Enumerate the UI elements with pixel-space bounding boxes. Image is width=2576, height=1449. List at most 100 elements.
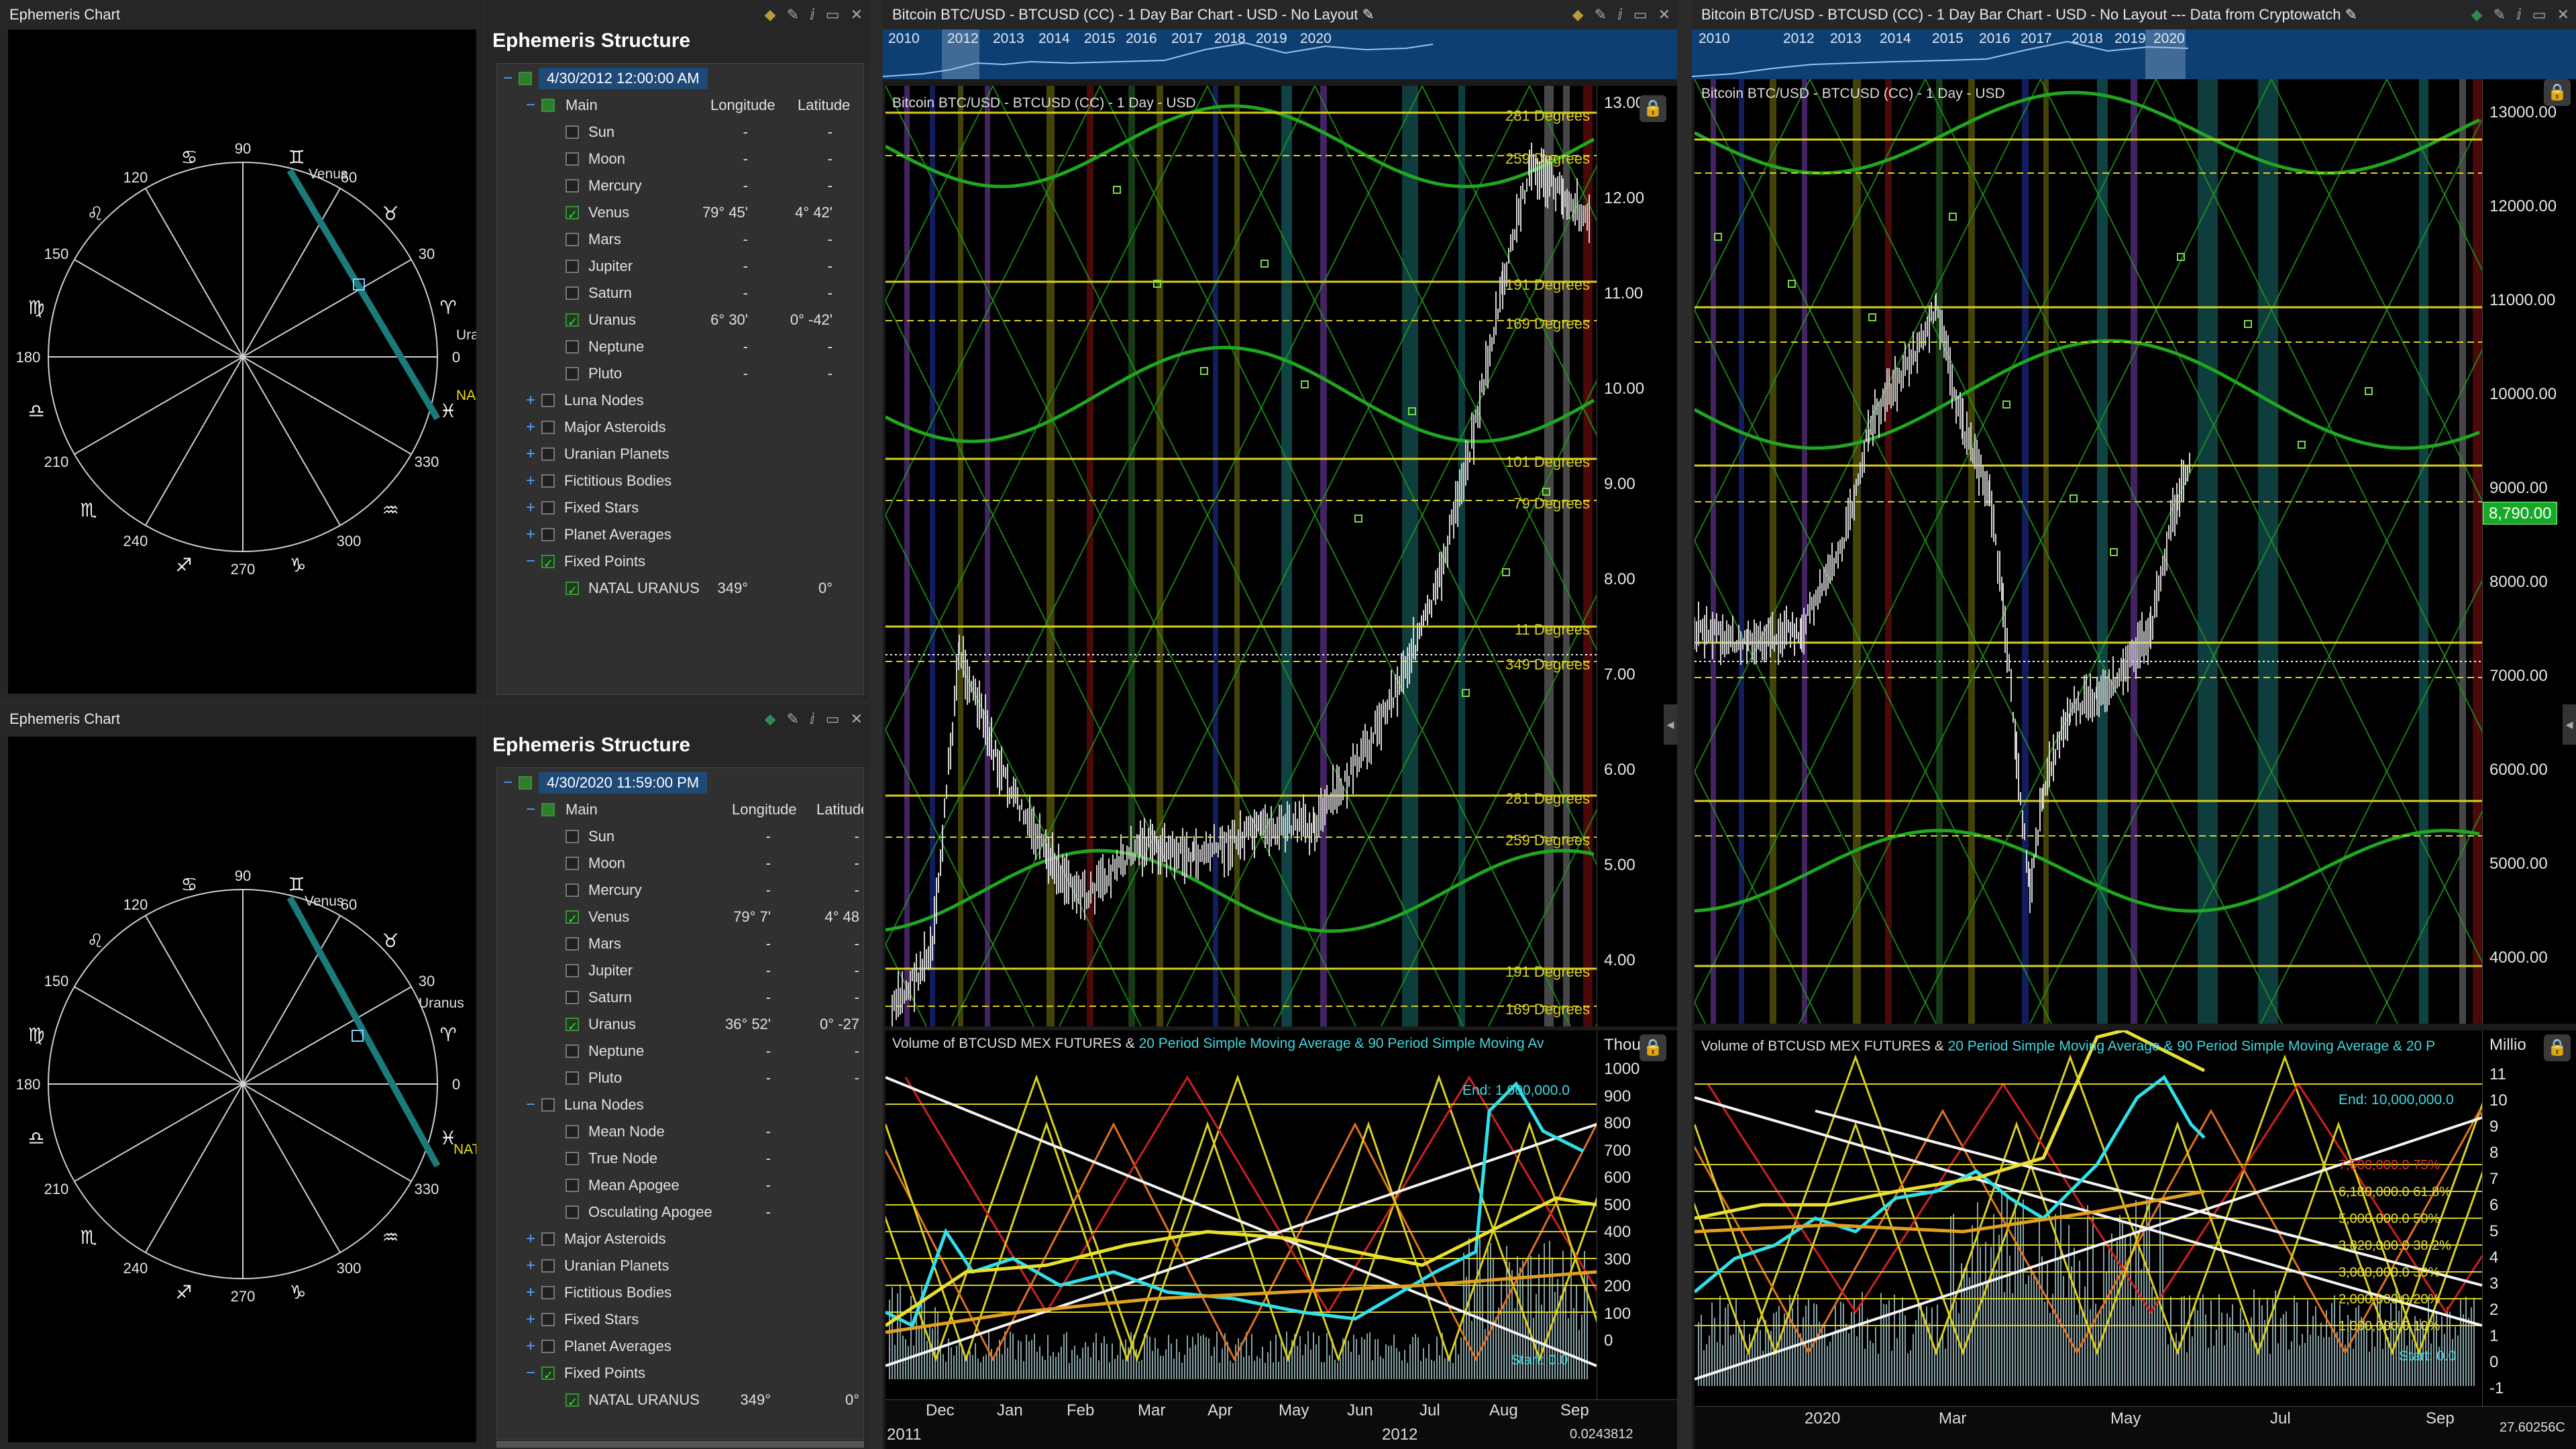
checkbox[interactable] [541,1098,555,1112]
horizontal-scrollbar[interactable] [496,1441,864,1448]
edit-icon[interactable]: ✎ [1362,6,1375,23]
ephemeris-wheel-area[interactable]: 90 120 150 180 210 240 270 300 330 0 30 … [8,30,480,694]
pin-icon[interactable]: ✎ [1595,0,1607,30]
date-checkbox[interactable] [519,776,532,790]
lock-icon[interactable]: 🔒 [2544,1034,2571,1061]
collapse-icon[interactable]: − [524,1091,537,1118]
group-row-fixed-stars[interactable]: + Fixed Stars [497,494,863,521]
group-row-major-asteroids[interactable]: + Major Asteroids [497,414,863,441]
link-diamond-icon[interactable]: ◆ [765,0,776,30]
checkbox[interactable] [541,421,555,434]
tree-main-row[interactable]: − Main Longitude Latitude [497,796,863,823]
maximize-icon[interactable]: ▭ [826,704,840,734]
checkbox[interactable] [566,1125,579,1138]
expand-icon[interactable]: + [524,494,537,521]
info-icon[interactable]: ⅈ [810,0,815,30]
group-row-fixed-stars[interactable]: + Fixed Stars [497,1306,863,1333]
planet-row-mercury[interactable]: Mercury - - [497,172,863,199]
checkbox[interactable] [566,906,579,932]
link-diamond-icon[interactable]: ◆ [765,704,776,734]
tree-main-row[interactable]: − Main Longitude Latitude [497,92,863,119]
splitter-grip[interactable]: ◂ [2563,704,2576,745]
volume-pane[interactable]: Volume of BTCUSD MEX FUTURES & 20 Period… [885,1030,1597,1399]
checkbox[interactable] [566,1179,579,1192]
planet-row-uranus[interactable]: Uranus 36° 52' 0° -27 [497,1011,863,1040]
group-row-fixed-points[interactable]: − Fixed Points [497,1360,863,1389]
main-checkbox[interactable] [541,99,555,112]
ephemeris-wheel-bottom[interactable]: 90 120 150 180 210 240 270 300 330 0 30 … [8,737,481,1442]
group-row-uranian-planets[interactable]: + Uranian Planets [497,441,863,468]
luna-row-mean-apogee[interactable]: Mean Apogee - [497,1172,863,1199]
planet-row-mars[interactable]: Mars - - [497,930,863,957]
price-chart-svg[interactable]: 281 Degrees 259 Degrees 191 Degrees 169 Deg… [885,86,1597,1026]
group-row-luna-nodes[interactable]: − Luna Nodes [497,1091,863,1118]
checkbox[interactable] [541,1259,555,1273]
group-row-fictitious-bodies[interactable]: + Fictitious Bodies [497,1279,863,1306]
checkbox[interactable] [566,309,579,335]
info-icon[interactable]: ⅈ [1617,0,1623,30]
tree-date-row[interactable]: − 4/30/2020 11:59:00 PM [497,769,863,796]
checkbox[interactable] [566,1013,579,1040]
planet-row-neptune[interactable]: Neptune - - [497,333,863,360]
volume-axis[interactable]: Millio 11 10 9 8 7 6 5 4 3 2 1 0 -1 [2482,1030,2576,1406]
checkbox[interactable] [566,201,579,228]
checkbox[interactable] [566,1044,579,1058]
price-axis[interactable]: 13.00 12.00 11.00 10.00 9.00 8.00 7.00 6.00 5.00… [1597,86,1677,1026]
link-diamond-icon[interactable]: ◆ [1572,0,1584,30]
checkbox[interactable] [541,447,555,461]
collapse-icon[interactable]: − [524,92,537,119]
expand-icon[interactable]: + [524,441,537,468]
checkbox[interactable] [566,857,579,870]
main-checkbox[interactable] [541,803,555,816]
price-pane[interactable]: Bitcoin BTC/USD - BTCUSD (CC) - 1 Day - … [1695,79,2482,1024]
pin-icon[interactable]: ✎ [787,704,799,734]
navigator-bar[interactable]: 2010 2012 2013 2014 2015 2016 2017 2018 2019 2020 [1692,30,2576,79]
checkbox[interactable] [566,830,579,843]
close-icon[interactable]: ✕ [851,0,863,30]
maximize-icon[interactable]: ▭ [826,0,840,30]
lock-icon[interactable]: 🔒 [1640,1034,1666,1061]
group-row-major-asteroids[interactable]: + Major Asteroids [497,1226,863,1252]
time-axis[interactable]: 0.0243812 Dec Jan Feb Mar Apr May Jun Jul Aug Sep… [885,1399,1677,1449]
planet-row-mercury[interactable]: Mercury - - [497,877,863,904]
expand-icon[interactable]: + [524,521,537,548]
checkbox[interactable] [541,1313,555,1326]
expand-icon[interactable]: + [524,1252,537,1279]
planet-row-pluto[interactable]: Pluto - - [497,1065,863,1091]
checkbox[interactable] [566,1205,579,1219]
expand-icon[interactable]: + [524,387,537,414]
ephemeris-wheel-top[interactable]: 90 120 150 180 210 240 270 300 330 0 30 … [8,30,480,694]
group-row-fictitious-bodies[interactable]: + Fictitious Bodies [497,468,863,494]
planet-row-venus[interactable]: Venus 79° 7' 4° 48 [497,904,863,932]
checkbox[interactable] [566,883,579,897]
group-row-fixed-points[interactable]: − Fixed Points [497,548,863,577]
expand-icon[interactable]: + [524,1279,537,1306]
fixed-point-natal-uranus[interactable]: NATAL URANUS349°0° [497,1387,863,1415]
lock-icon[interactable]: 🔒 [2544,79,2571,106]
volume-axis[interactable]: Thou 1000 900 800 700 600 500 400 300 200 100 0 [1597,1030,1677,1399]
planet-row-saturn[interactable]: Saturn - - [497,984,863,1011]
planet-row-sun[interactable]: Sun - - [497,823,863,850]
checkbox[interactable] [541,1286,555,1299]
link-diamond-icon[interactable]: ◆ [2471,0,2483,30]
checkbox[interactable] [566,937,579,951]
edit-icon[interactable]: ✎ [2345,6,2357,23]
checkbox[interactable] [541,1340,555,1353]
luna-row-osculating-apogee[interactable]: Osculating Apogee - [497,1199,863,1226]
luna-row-true-node[interactable]: True Node - [497,1145,863,1172]
tree-date-row[interactable]: − 4/30/2012 12:00:00 AM [497,65,863,92]
checkbox[interactable] [541,394,555,407]
planet-row-sun[interactable]: Sun - - [497,119,863,146]
planet-row-moon[interactable]: Moon - - [497,850,863,877]
checkbox[interactable] [566,1071,579,1085]
expand-icon[interactable]: + [524,468,537,494]
fixed-point-natal-uranus[interactable]: NATAL URANUS349°0° [497,575,863,604]
volume-pane[interactable]: Volume of BTCUSD MEX FUTURES & 20 Period… [1695,1030,2482,1406]
time-axis[interactable]: 27.60256C 2020 Mar May Jul Sep [1695,1406,2576,1449]
checkbox[interactable] [566,340,579,354]
checkbox[interactable] [541,474,555,488]
navigator-bar[interactable]: 2010 2012 2013 2014 2015 2016 2017 2018 2019 2020 [883,30,1677,79]
planet-row-pluto[interactable]: Pluto - - [497,360,863,387]
planet-row-jupiter[interactable]: Jupiter - - [497,957,863,984]
checkbox[interactable] [566,577,579,604]
